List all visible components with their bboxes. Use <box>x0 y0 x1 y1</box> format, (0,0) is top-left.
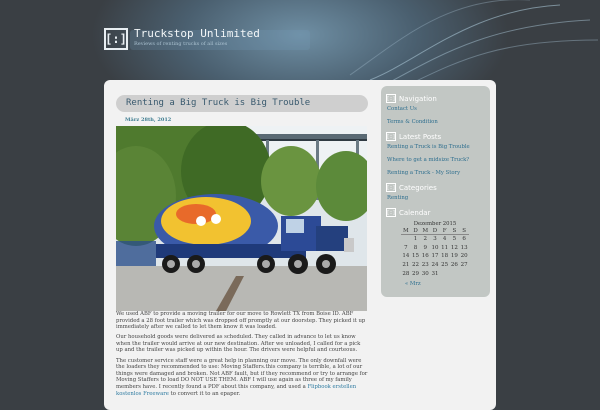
calendar-day <box>401 235 411 244</box>
sidebar-heading-latest-posts: [:] Latest Posts <box>386 131 441 142</box>
calendar-week: 21 22 23 24 25 26 27 <box>401 261 469 270</box>
calendar-day: 9 <box>423 244 428 251</box>
calendar-caption: Dezember 2015 <box>413 221 457 227</box>
widget-bracket-icon: [:] <box>386 183 396 192</box>
sidebar-heading-label: Calendar <box>399 208 431 217</box>
calendar-day: 11 <box>441 244 449 251</box>
calendar-day <box>450 269 460 278</box>
post-header: Renting a Big Truck is Big Trouble März … <box>116 95 368 123</box>
sidebar-heading-calendar: [:] Calendar <box>386 207 430 218</box>
site-title[interactable]: Truckstop Unlimited <box>134 27 260 40</box>
calendar-week: 14 15 16 17 18 19 20 <box>401 252 469 261</box>
calendar-day: 25 <box>441 262 449 269</box>
sidebar-heading-label: Categories <box>399 183 437 192</box>
site-logo-icon[interactable]: [:] <box>104 28 128 50</box>
calendar-week: 7 8 9 10 11 12 13 <box>401 244 469 253</box>
calendar-day: 3 <box>433 236 437 243</box>
calendar-day: 18 <box>441 253 449 260</box>
calendar-day: 30 <box>421 270 429 277</box>
post-paragraph: The customer service staff were a great … <box>116 358 368 398</box>
calendar-day: 31 <box>431 270 439 277</box>
post-title[interactable]: Renting a Big Truck is Big Trouble <box>116 95 368 112</box>
header-swirl-decoration <box>349 0 599 85</box>
calendar-day: 13 <box>460 244 468 251</box>
calendar-day: 10 <box>431 244 439 251</box>
calendar-day: 12 <box>450 244 458 251</box>
calendar-prev-month-link[interactable]: « Mrz <box>405 281 421 287</box>
sidebar-link-contact-us[interactable]: Contact Us <box>387 106 417 112</box>
calendar-day: 8 <box>413 244 418 251</box>
post-date: März 28th, 2012 <box>125 117 172 123</box>
calendar-table: Dezember 2015 MDMDFSS 1 2 3 4 5 6 7 8 9 10 11 12 13 1… <box>401 221 469 278</box>
post-paragraph: Our household goods were delivered as sc… <box>116 334 361 354</box>
sidebar-link-post[interactable]: Where to get a midsize Truck? <box>387 157 469 163</box>
calendar-day <box>459 269 469 278</box>
widget-bracket-icon: [:] <box>386 94 396 103</box>
calendar-day: 5 <box>452 236 457 243</box>
calendar-day: 29 <box>412 270 420 277</box>
sidebar-link-terms[interactable]: Terms & Condition <box>387 119 438 125</box>
calendar-day: 19 <box>450 253 458 260</box>
calendar-day: 4 <box>442 236 447 243</box>
calendar-day: 24 <box>431 262 439 269</box>
calendar-week: 28 29 30 31 <box>401 269 469 278</box>
calendar-day: 14 <box>402 253 410 260</box>
calendar-widget: Dezember 2015 MDMDFSS 1 2 3 4 5 6 7 8 9 10 11 12 13 1… <box>401 221 469 278</box>
post-paragraph-tail: to convert it to an epaper. <box>168 390 241 397</box>
calendar-day: 21 <box>402 262 410 269</box>
calendar-day: 1 <box>413 236 418 243</box>
sidebar-heading-label: Navigation <box>399 94 437 103</box>
post-body: We used ABF to provide a moving trailer … <box>116 311 368 401</box>
sidebar-link-post[interactable]: Renting a Truck - My Story <box>387 170 460 176</box>
calendar-day: 26 <box>450 262 458 269</box>
calendar-day: 20 <box>460 253 468 260</box>
sidebar-link-category-renting[interactable]: Renting <box>387 195 408 201</box>
widget-bracket-icon: [:] <box>386 208 396 217</box>
calendar-day: 16 <box>421 253 429 260</box>
site-tagline: Reviews of renting trucks of all sizes <box>134 41 228 47</box>
calendar-day: 28 <box>402 270 410 277</box>
sidebar-link-post[interactable]: Renting a Truck is Big Trouble <box>387 144 470 150</box>
calendar-day: 17 <box>431 253 439 260</box>
calendar-day: 6 <box>462 236 466 243</box>
sidebar-heading-categories: [:] Categories <box>386 182 437 193</box>
post-paragraph: We used ABF to provide a moving trailer … <box>116 311 366 331</box>
calendar-day: 23 <box>421 262 429 269</box>
sidebar-heading-navigation: [:] Navigation <box>386 93 437 104</box>
calendar-day <box>440 269 450 278</box>
sidebar-heading-label: Latest Posts <box>399 132 442 141</box>
post-photo-cement-truck <box>116 126 367 311</box>
calendar-day: 7 <box>404 244 408 251</box>
calendar-day: 22 <box>412 262 420 269</box>
calendar-week: 123456 <box>401 235 469 244</box>
calendar-day: 15 <box>412 253 420 260</box>
calendar-day: 2 <box>423 236 428 243</box>
calendar-day: 27 <box>460 262 468 269</box>
widget-bracket-icon: [:] <box>386 132 396 141</box>
